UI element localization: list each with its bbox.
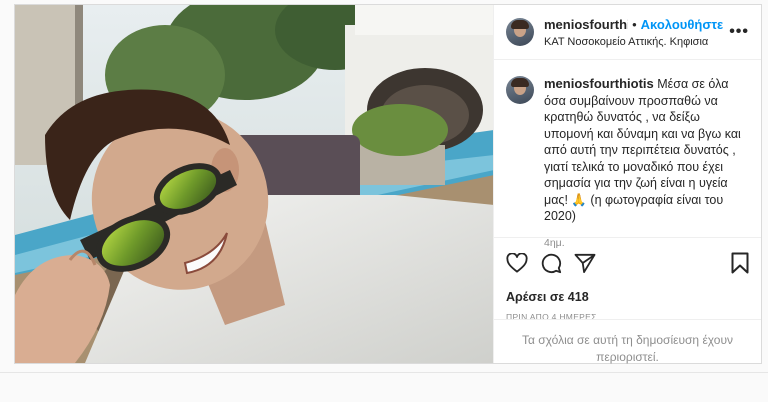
post-sidebar: meniosfourthio • Ακολουθήστε ΚΑΤ Νοσοκομ… — [493, 5, 761, 366]
caption: meniosfourthiotis Μέσα σε όλα όσα συμβαί… — [494, 60, 761, 251]
caption-text: Μέσα σε όλα όσα συμβαίνουν προσπαθώ να κ… — [544, 77, 741, 223]
header-text: meniosfourthio • Ακολουθήστε ΚΑΤ Νοσοκομ… — [544, 17, 723, 48]
author-username[interactable]: meniosfourthio — [544, 17, 628, 32]
divider — [0, 372, 768, 373]
location-link[interactable]: ΚΑΤ Νοσοκομείο Αττικής. Κηφισια — [544, 36, 723, 48]
header-line: meniosfourthio • Ακολουθήστε — [544, 17, 723, 32]
heart-icon[interactable] — [506, 253, 528, 273]
action-icons — [506, 250, 749, 276]
separator-dot: • — [632, 16, 637, 32]
caption-body: meniosfourthiotis Μέσα σε όλα όσα συμβαί… — [544, 76, 747, 251]
bookmark-icon[interactable] — [731, 252, 749, 274]
more-options-icon[interactable]: ••• — [729, 23, 749, 41]
post-header: meniosfourthio • Ακολουθήστε ΚΑΤ Νοσοκομ… — [494, 5, 761, 60]
caption-username[interactable]: meniosfourthiotis — [544, 76, 654, 91]
comments-disabled-notice: Τα σχόλια σε αυτή τη δημοσίευση έχουν πε… — [494, 319, 761, 366]
caption-avatar[interactable] — [506, 76, 534, 104]
instagram-post: meniosfourthio • Ακολουθήστε ΚΑΤ Νοσοκομ… — [14, 4, 762, 364]
post-actions: Αρέσει σε 418 ΠΡΙΝ ΑΠΟ 4 ΗΜΕΡΕΣ — [494, 237, 761, 322]
follow-button[interactable]: Ακολουθήστε — [641, 17, 724, 32]
avatar[interactable] — [506, 18, 534, 46]
likes-count[interactable]: Αρέσει σε 418 — [506, 290, 749, 304]
share-icon[interactable] — [574, 253, 596, 273]
selfie-image — [15, 5, 493, 363]
post-photo[interactable] — [15, 5, 493, 363]
comment-icon[interactable] — [540, 252, 562, 274]
